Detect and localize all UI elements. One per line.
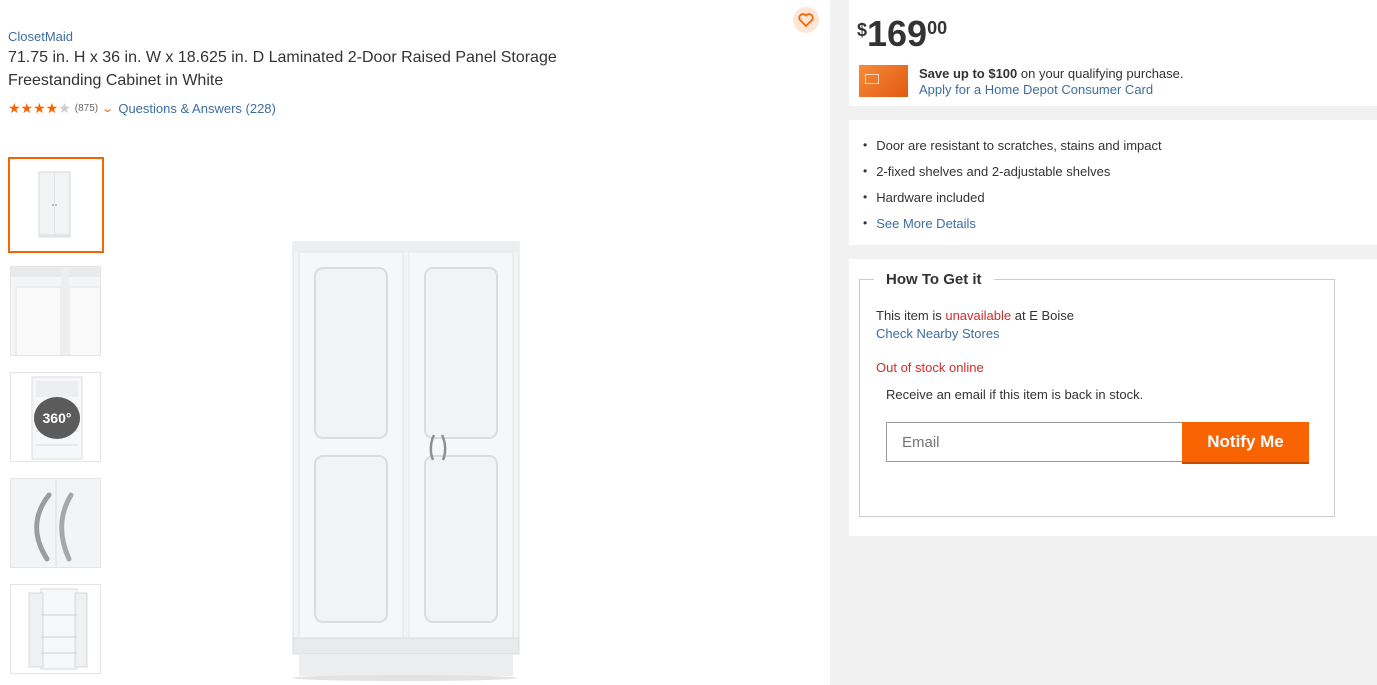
main-product-image[interactable] [285,238,525,682]
rating-stars[interactable]: ★★★★★ [8,100,71,117]
credit-card-image [859,65,908,97]
price-card: $ 169 00 Save up to $100 on your qualify… [849,0,1377,106]
thumbnail-handles[interactable] [10,478,101,568]
thumbnail-1[interactable] [8,157,104,253]
product-title: 71.75 in. H x 36 in. W x 18.625 in. D La… [8,49,557,89]
price-cents: 00 [927,18,948,38]
highlights-list: Door are resistant to scratches, stains … [863,137,1162,241]
promo-text: Save up to $100 on your qualifying purch… [919,66,1184,98]
back-in-stock-text: Receive an email if this item is back in… [886,387,1144,402]
check-nearby-stores-link[interactable]: Check Nearby Stores [876,325,1074,343]
empty-star: ★ [58,100,71,116]
review-count[interactable]: (875) [75,103,98,114]
email-field[interactable] [886,422,1183,462]
see-more-details-link[interactable]: See More Details [863,215,1162,241]
rating-row: ★★★★★ (875) ⌄ Questions & Answers (228) [8,100,276,117]
thumbnail-open[interactable] [10,584,101,674]
filled-stars: ★★★★ [8,100,59,116]
promo-detail: on your qualifying purchase. [1017,66,1184,81]
store-availability: This item is unavailable at E Boise Chec… [876,307,1074,343]
price: $ 169 00 [857,14,947,54]
thumbnail-2[interactable] [10,266,101,356]
brand-link[interactable]: ClosetMaid [8,29,73,44]
thumbnail-360[interactable]: 360° [10,372,101,462]
heart-icon[interactable] [793,7,819,33]
promo-bold: Save up to $100 [919,66,1018,81]
avail-prefix: This item is [876,308,946,323]
fulfillment-card: How To Get it This item is unavailable a… [849,259,1377,536]
avail-store: at E Boise [1011,308,1074,323]
price-dollars: 169 [867,13,928,54]
apply-card-link[interactable]: Apply for a Home Depot Consumer Card [919,82,1184,98]
highlights-card: Door are resistant to scratches, stains … [849,120,1377,245]
buy-box-column: $ 169 00 Save up to $100 on your qualify… [830,0,1377,685]
highlight-item: Door are resistant to scratches, stains … [863,137,1161,163]
360-view-icon: 360° [34,397,80,439]
product-media-column: ClosetMaid 71.75 in. H x 36 in. W x 18.6… [0,0,830,685]
chevron-down-icon[interactable]: ⌄ [101,102,114,115]
avail-status: unavailable [945,308,1012,323]
notify-me-button[interactable]: Notify Me [1182,422,1309,462]
highlight-item: 2-fixed shelves and 2-adjustable shelves [863,163,1162,189]
price-currency: $ [857,20,868,40]
how-to-get-it-box: How To Get it This item is unavailable a… [859,271,1335,517]
highlight-item: Hardware included [863,189,1162,215]
online-stock-status: Out of stock online [876,360,984,375]
questions-answers-link[interactable]: Questions & Answers (228) [118,101,276,116]
how-to-get-it-heading: How To Get it [874,271,994,288]
